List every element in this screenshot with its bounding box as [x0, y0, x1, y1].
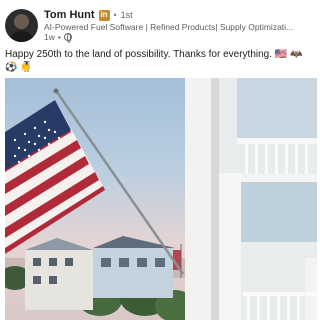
post-text-continuation: ⚽ 👏 — [5, 61, 31, 73]
house — [93, 248, 173, 298]
author-name[interactable]: Tom Hunt — [44, 9, 95, 21]
house-window — [65, 258, 73, 266]
american-flag — [5, 100, 105, 254]
author-name-row: Tom Hunt in • 1st — [44, 9, 133, 21]
post-image-scene — [5, 78, 317, 320]
separator-dot: • — [57, 32, 61, 42]
flagpole-finial — [53, 88, 59, 94]
soccer-ball-emoji: ⚽ — [5, 62, 17, 72]
house-window — [49, 258, 57, 266]
avatar[interactable] — [5, 9, 38, 42]
house-window — [119, 258, 129, 267]
separator-dot: • — [113, 10, 117, 20]
porch-floor — [237, 174, 317, 182]
clapping-hands-emoji: 👏 — [20, 62, 32, 72]
porch-lower-ceiling — [237, 182, 317, 242]
post-header: Tom Hunt in • 1st AI-Powered Fuel Softwa… — [0, 0, 320, 46]
post-timestamp[interactable]: 1w — [44, 32, 55, 42]
porch-post — [305, 258, 317, 320]
house-window — [49, 276, 57, 284]
globe-icon — [63, 33, 72, 43]
house-roof — [25, 238, 93, 250]
porch-beam — [237, 138, 317, 144]
post-image[interactable] — [5, 78, 317, 320]
house-window — [137, 258, 147, 267]
post-text: Happy 250th to the land of possibility. … — [5, 49, 303, 73]
house-window — [101, 258, 111, 267]
author-headline[interactable]: AI-Powered Fuel Software | Refined Produ… — [44, 22, 318, 32]
porch-ceiling — [237, 78, 317, 138]
house-window — [33, 276, 41, 284]
premium-badge-icon: in — [98, 9, 110, 21]
porch-column-shadow — [211, 78, 219, 320]
house-window — [155, 258, 165, 267]
connection-degree: 1st — [120, 10, 133, 20]
porch-post — [219, 173, 241, 320]
post-meta: 1w • — [44, 32, 72, 43]
avatar-figure — [9, 31, 34, 42]
house-window — [33, 258, 41, 266]
